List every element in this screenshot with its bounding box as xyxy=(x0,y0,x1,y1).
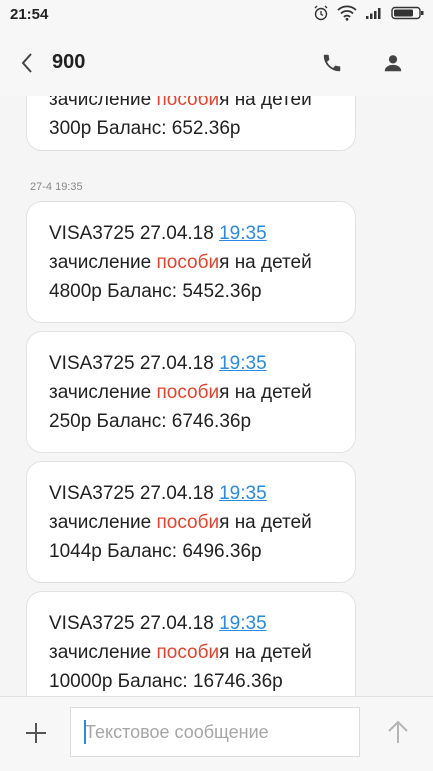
message-bubble[interactable]: VISA3725 27.04.18 19:35 зачисление пособ… xyxy=(26,461,356,583)
message-text: зачисление xyxy=(49,512,157,533)
message-text: я на детей xyxy=(219,642,312,663)
message-text: VISA3725 27.04.18 xyxy=(49,223,220,244)
plus-icon xyxy=(26,723,46,743)
message-bubble[interactable]: VISA3725 27.04.18 19:35 зачисление пособ… xyxy=(26,591,356,696)
send-button[interactable] xyxy=(383,717,413,747)
add-attachment-button[interactable] xyxy=(20,717,52,749)
contact-button[interactable] xyxy=(378,48,408,78)
contact-icon xyxy=(384,55,402,72)
message-text: зачисление xyxy=(49,382,157,403)
send-arrow-icon xyxy=(388,720,408,743)
highlighted-word: пособи xyxy=(156,512,220,533)
highlighted-word: пособи xyxy=(156,382,220,403)
text-cursor xyxy=(84,720,86,744)
call-button[interactable] xyxy=(317,48,347,78)
status-icons xyxy=(313,5,425,25)
status-time: 21:54 xyxy=(10,6,49,23)
message-text: VISA3725 27.04.18 xyxy=(49,483,220,504)
highlighted-word: пособи xyxy=(156,96,220,110)
battery-icon xyxy=(391,6,425,25)
highlighted-word: пособи xyxy=(156,642,220,663)
message-text: я на детей xyxy=(219,382,312,403)
phone-icon xyxy=(323,54,341,72)
time-link[interactable]: 19:35 xyxy=(219,613,267,634)
message-text: VISA3725 27.04.18 xyxy=(49,613,220,634)
highlighted-word: пособи xyxy=(156,252,220,273)
message-text: 10000р Баланс: 16746.36р xyxy=(49,671,283,692)
message-text: 1044р Баланс: 6496.36р xyxy=(49,541,262,562)
message-text: VISA3725 27.04.18 xyxy=(49,353,220,374)
time-link[interactable]: 19:35 xyxy=(219,353,267,374)
message-composer xyxy=(0,696,433,771)
contact-title: 900 xyxy=(52,51,86,73)
time-link[interactable]: 19:35 xyxy=(219,483,267,504)
conversation-header: 900 xyxy=(0,30,433,96)
back-arrow-icon xyxy=(21,53,32,73)
message-text: 250р Баланс: 6746.36р xyxy=(49,411,252,432)
message-text: зачисление xyxy=(49,642,157,663)
message-text: я на детей xyxy=(219,252,312,273)
message-text: я на детей xyxy=(219,512,312,533)
message-bubble[interactable]: VISA3725 27.04.18 19:35 зачисление пособ… xyxy=(26,331,356,453)
status-bar: 21:54 xyxy=(0,0,433,30)
time-link[interactable]: 19:35 xyxy=(219,223,267,244)
message-text: зачисление xyxy=(49,252,157,273)
message-input-box[interactable] xyxy=(70,707,360,757)
message-list[interactable]: зачисление пособия на детей 300р Баланс:… xyxy=(0,96,433,696)
message-text: 300р Баланс: 652.36р xyxy=(49,118,241,139)
message-text: я на детей xyxy=(219,96,312,110)
timestamp-label: 27-4 19:35 xyxy=(30,181,83,193)
signal-icon xyxy=(365,6,383,25)
back-button[interactable] xyxy=(12,48,42,78)
message-text: зачисление xyxy=(49,96,157,110)
message-input[interactable] xyxy=(85,720,347,744)
message-bubble[interactable]: VISA3725 27.04.18 19:35 зачисление пособ… xyxy=(26,201,356,323)
wifi-icon xyxy=(337,5,357,26)
alarm-icon xyxy=(313,5,329,26)
message-text: 4800р Баланс: 5452.36р xyxy=(49,281,262,302)
message-bubble[interactable]: зачисление пособия на детей 300р Баланс:… xyxy=(26,96,356,151)
